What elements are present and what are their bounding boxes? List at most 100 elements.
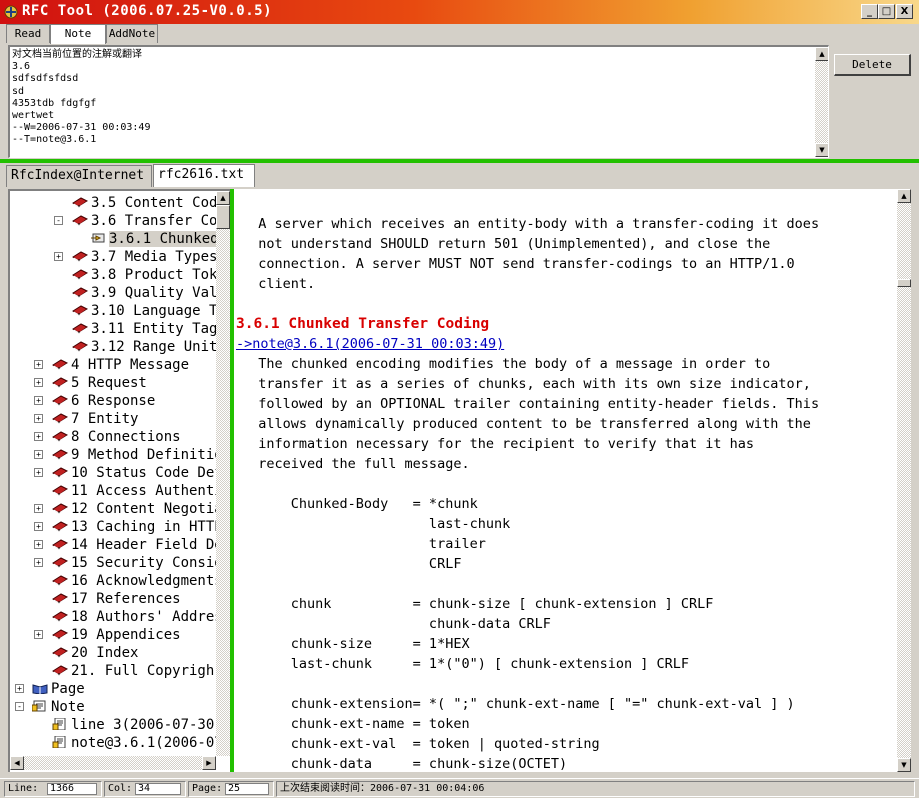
scroll-down-icon[interactable]: ▼ [815, 143, 828, 157]
expand-icon[interactable]: + [34, 450, 43, 459]
tree-node-label: 16 Acknowledgments [71, 573, 216, 589]
tree-node[interactable]: 5 Request [52, 374, 147, 392]
expand-icon[interactable]: + [34, 522, 43, 531]
expand-icon[interactable]: + [34, 558, 43, 567]
book-icon [72, 285, 88, 298]
tree-node[interactable]: 3.11 Entity Tags [72, 320, 216, 338]
close-button[interactable]: X [896, 4, 913, 19]
tab-read[interactable]: Read [6, 24, 50, 43]
doc-line: allows dynamically produced content to b… [242, 416, 811, 432]
tree-node[interactable]: 3.5 Content Codi [72, 194, 216, 212]
status-page-value: 25 [225, 783, 269, 795]
delete-button[interactable]: Delete [834, 54, 911, 76]
tree-node[interactable]: 3.6.1 Chunked [90, 230, 216, 248]
doc-line: information necessary for the recipient … [242, 436, 755, 452]
scroll-up-icon[interactable]: ▲ [815, 47, 828, 61]
expand-icon[interactable]: + [34, 504, 43, 513]
tree-node[interactable]: 3.8 Product Toke [72, 266, 216, 284]
status-col: Col: 34 [104, 781, 186, 797]
tree-node[interactable]: 3.10 Language Ta [72, 302, 216, 320]
tree-node[interactable]: 17 References [52, 590, 181, 608]
tree-node-label: 3.9 Quality Valu [91, 285, 216, 301]
book-icon [52, 501, 68, 514]
scroll-down-icon[interactable]: ▼ [897, 758, 911, 772]
note-line: --T=note@3.6.1 [12, 134, 97, 146]
expand-icon[interactable]: + [34, 360, 43, 369]
status-line: Line: 1366 [4, 781, 102, 797]
book-icon [72, 339, 88, 352]
note-link[interactable]: ->note@3.6.1(2006-07-31 00:03:49) [236, 334, 504, 354]
tab-addnote[interactable]: AddNote [106, 24, 158, 43]
scroll-up-icon[interactable]: ▲ [897, 189, 911, 203]
tree-node[interactable]: 8 Connections [52, 428, 181, 446]
tree-node[interactable]: 3.9 Quality Valu [72, 284, 216, 302]
doc-line: connection. A server MUST NOT send trans… [242, 256, 795, 272]
tree-node[interactable]: 13 Caching in HTTP [52, 518, 216, 536]
tree-node[interactable]: 12 Content Negotia [52, 500, 216, 518]
book-icon [72, 321, 88, 334]
expand-icon[interactable]: + [34, 630, 43, 639]
tree-hscrollbar[interactable]: ◀ ▶ [10, 756, 216, 770]
tree-node[interactable]: 7 Entity [52, 410, 138, 428]
tree-scroll-thumb[interactable] [216, 205, 230, 229]
note-textarea[interactable]: 对文档当前位置的注解或翻译 3.6 sdfsdfsfdsd sd 4353tdb fdg… [8, 45, 829, 158]
doc-line: received the full message. [242, 456, 470, 472]
tree-node-label: 13 Caching in HTTP [71, 519, 216, 535]
tab-note[interactable]: Note [50, 24, 106, 44]
tree-node[interactable]: 19 Appendices [52, 626, 181, 644]
tree-node[interactable]: 16 Acknowledgments [52, 572, 216, 590]
tree-node[interactable]: 3.6 Transfer Cod [72, 212, 216, 230]
doc-line: chunk-ext-val = token | quoted-string [242, 736, 600, 752]
tree-node[interactable]: Note [31, 698, 85, 716]
doc-scroll-thumb[interactable] [897, 279, 911, 287]
title-bar[interactable]: RFC Tool (2006.07.25-V0.0.5) _ □ X [0, 0, 919, 24]
expand-icon[interactable]: + [34, 396, 43, 405]
document-view[interactable]: A server which receives an entity-body w… [234, 189, 897, 772]
tree-node[interactable]: 14 Header Field De [52, 536, 216, 554]
toc-tree[interactable]: 3.5 Content Codi - 3.6 Transfer Cod 3.6.1 C… [8, 189, 230, 772]
tree-node-label: 20 Index [71, 645, 139, 661]
tree-node[interactable]: line 3(2006-07-30 1 [52, 716, 216, 734]
tab-rfcindex[interactable]: RfcIndex@Internet [6, 165, 152, 187]
scroll-right-icon[interactable]: ▶ [202, 756, 216, 770]
tree-node[interactable]: 18 Authors' Addres [52, 608, 216, 626]
horizontal-splitter[interactable] [0, 159, 919, 163]
tree-node[interactable]: 9 Method Definition [52, 446, 216, 464]
scroll-up-icon[interactable]: ▲ [216, 191, 230, 205]
doc-line: chunk-ext-name = token [242, 716, 470, 732]
tree-node[interactable]: Page [32, 680, 85, 698]
tree-vscrollbar[interactable]: ▲ [216, 191, 230, 756]
expand-icon[interactable]: + [34, 414, 43, 423]
tree-node[interactable]: 3.7 Media Types [72, 248, 216, 266]
tree-node-label: 3.7 Media Types [91, 249, 216, 265]
tree-node[interactable]: note@3.6.1(2006-07 [52, 734, 216, 751]
expand-icon[interactable]: + [34, 432, 43, 441]
doc-line: last-chunk = 1*("0") [ chunk-extension ]… [242, 656, 690, 672]
tab-rfc2616[interactable]: rfc2616.txt [153, 164, 255, 187]
expand-icon[interactable]: + [34, 468, 43, 477]
tree-node-label: 3.11 Entity Tags [91, 321, 216, 337]
tree-node[interactable]: 6 Response [52, 392, 155, 410]
tree-node[interactable]: 20 Index [52, 644, 138, 662]
expand-icon[interactable]: + [34, 378, 43, 387]
tree-node-label: 3.5 Content Codi [91, 195, 216, 211]
note-document-icon [52, 735, 68, 749]
tree-node[interactable]: 21. Full Copyrigh [52, 662, 214, 680]
doc-scrollbar-track[interactable]: ▲ ▼ [897, 189, 911, 772]
tree-node-label: 5 Request [71, 375, 147, 391]
expand-icon[interactable]: + [54, 252, 63, 261]
tree-node[interactable]: 10 Status Code Def [52, 464, 216, 482]
minimize-button[interactable]: _ [861, 4, 878, 19]
collapse-icon[interactable]: - [15, 702, 24, 711]
book-icon [52, 645, 68, 658]
maximize-button[interactable]: □ [878, 4, 895, 19]
expand-icon[interactable]: + [34, 540, 43, 549]
tree-node[interactable]: 11 Access Authenti [52, 482, 216, 500]
tree-node[interactable]: 15 Security Conside [52, 554, 216, 572]
collapse-icon[interactable]: - [54, 216, 63, 225]
note-scrollbar[interactable]: ▲ ▼ [815, 47, 828, 157]
expand-icon[interactable]: + [15, 684, 24, 693]
tree-node[interactable]: 3.12 Range Units [72, 338, 216, 356]
scroll-left-icon[interactable]: ◀ [10, 756, 24, 770]
tree-node[interactable]: 4 HTTP Message [52, 356, 189, 374]
